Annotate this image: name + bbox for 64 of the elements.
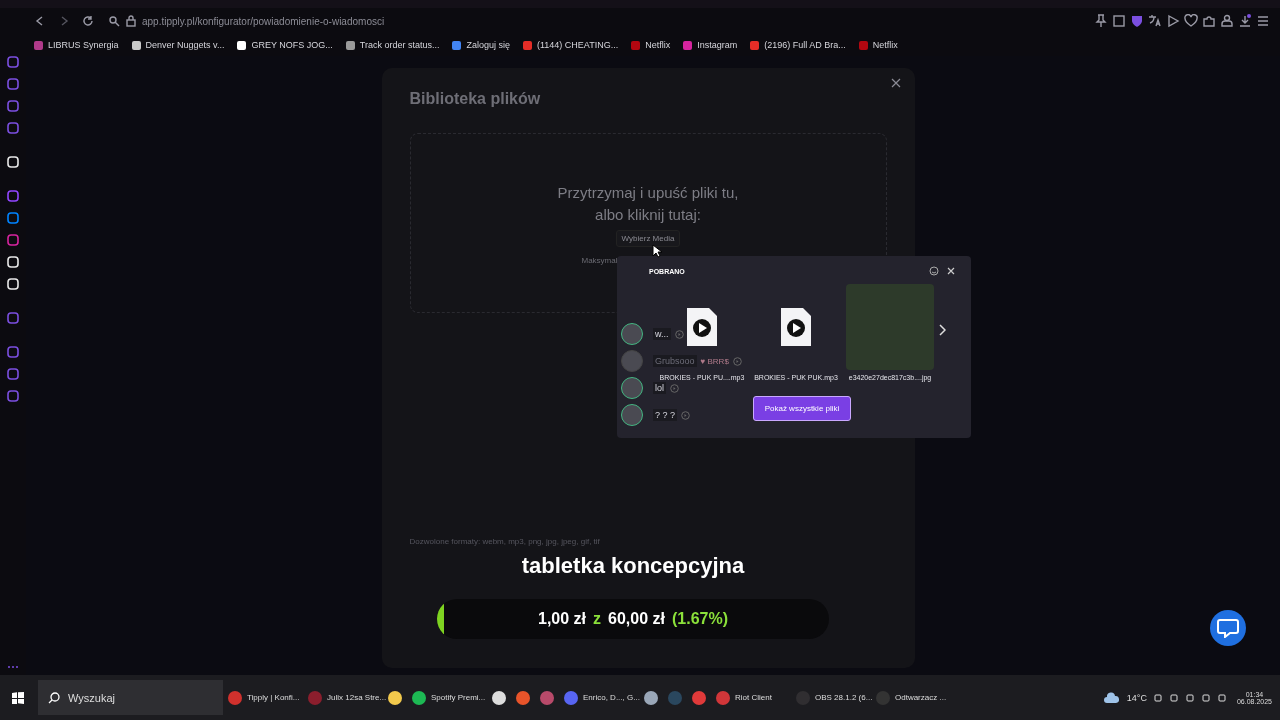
bookmark[interactable]: Track order status... (345, 40, 440, 50)
dialog-title: Biblioteka plików (409, 90, 541, 108)
taskbar-app[interactable]: Enrico, D..., G... (559, 680, 639, 715)
raised-amount: 1,00 zł (538, 610, 587, 628)
user-name: lol (653, 382, 666, 394)
start-icon[interactable] (12, 691, 24, 704)
address-field[interactable]: app.tipply.pl/konfigurator/powiadomienie-o-wiadomosci (142, 15, 385, 27)
mouse-cursor (652, 244, 662, 258)
more-icon[interactable] (7, 665, 19, 669)
profile-icon[interactable] (1220, 14, 1234, 28)
reload-icon[interactable] (82, 15, 94, 27)
bookmark[interactable]: Zaloguj się (452, 40, 510, 50)
bookmark[interactable]: (2196) Full AD Bra... (750, 40, 846, 50)
show-all-files-button[interactable]: Pokaż wszystkie pliki (752, 396, 852, 421)
shield-icon[interactable] (1130, 14, 1144, 28)
heart-icon[interactable] (1184, 14, 1198, 28)
speaker-icon (674, 329, 684, 339)
menu-icon[interactable] (1256, 14, 1270, 28)
goal-amount: 60,00 zł (608, 610, 665, 628)
user-name: w... (653, 328, 671, 340)
play-icon[interactable] (1166, 14, 1180, 28)
taskbar-app[interactable]: OBS 28.1.2 (6... (791, 680, 871, 715)
chat-button[interactable] (1210, 610, 1246, 646)
bookmark[interactable]: Netflix (858, 40, 898, 50)
taskbar-app[interactable]: Tipply | Konfi... (223, 680, 303, 715)
audio-file-icon[interactable] (687, 308, 717, 346)
choose-media-button[interactable]: Wybierz Media (615, 230, 681, 247)
taskbar-app[interactable]: Spotify Premi... (407, 680, 487, 715)
pin-icon[interactable] (1094, 14, 1108, 28)
chat-icon (1217, 618, 1239, 638)
size-limit-note: Maksymal (581, 256, 618, 265)
snapshot-icon[interactable] (1112, 14, 1126, 28)
user-name: ? ? ? (653, 409, 678, 421)
bookmark[interactable]: GREY NOFS JOG... (237, 40, 333, 50)
bookmark[interactable]: Denver Nuggets v... (131, 40, 225, 50)
search-icon (48, 691, 60, 704)
weather-temperature[interactable]: 14°C (1126, 692, 1147, 703)
taskbar-search-field[interactable]: Wyszukaj (38, 680, 223, 715)
separator-text: z (593, 610, 602, 628)
search-placeholder: Wyszukaj (68, 691, 115, 704)
translate-icon[interactable] (1148, 14, 1162, 28)
audio-file-icon[interactable] (781, 308, 811, 346)
close-icon[interactable] (947, 267, 955, 275)
bookmark[interactable]: Netflix (631, 40, 671, 50)
bookmark[interactable]: LIBRUS Synergia (34, 40, 119, 50)
taskbar-app[interactable]: Riot Client (711, 680, 791, 715)
lock-icon (126, 15, 136, 27)
bookmark[interactable]: (1144) CHEATING... (523, 40, 619, 50)
site-info-icon[interactable] (108, 15, 120, 27)
smiley-icon[interactable] (929, 266, 939, 276)
close-icon[interactable] (890, 78, 901, 88)
weather-cloud-icon[interactable] (1102, 691, 1121, 704)
download-icon[interactable] (1238, 14, 1252, 28)
goal-percent: (1.67%) (671, 610, 728, 628)
speaker-icon (681, 410, 691, 420)
speaker-icon (732, 356, 742, 366)
taskbar-app[interactable]: Odtwarzacz ... (871, 680, 951, 715)
speaker-icon (670, 383, 679, 393)
bookmark[interactable]: Instagram (683, 40, 738, 50)
extensions-icon[interactable] (1202, 14, 1216, 28)
goal-title: tabletka koncepcyjna (521, 553, 745, 579)
drop-instructions: Przytrzymaj i upuść pliki tu, albo kliknij tutaj: (557, 183, 739, 225)
user-name: Grubsooo (653, 355, 697, 367)
user-tag-text: ♥ BRR$ (700, 356, 729, 366)
